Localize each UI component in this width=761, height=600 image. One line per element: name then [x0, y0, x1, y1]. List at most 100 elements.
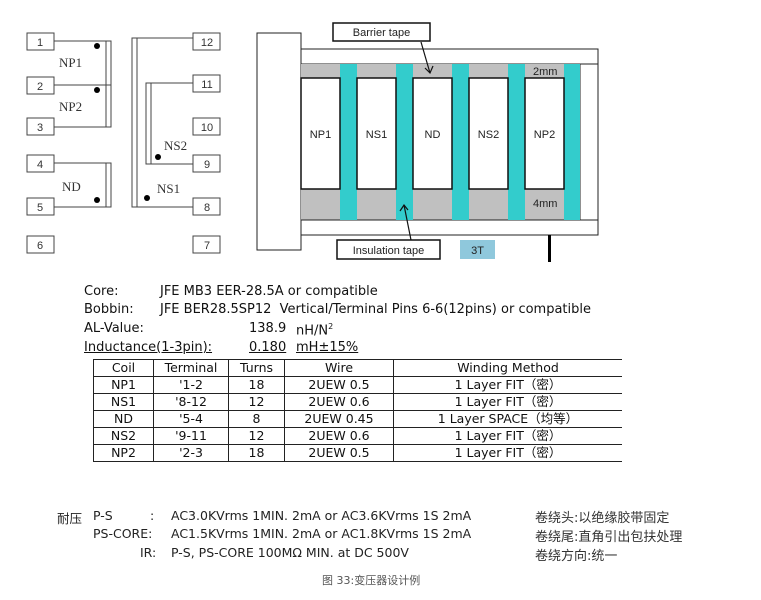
coil-ns1-label: NS1 [366, 129, 387, 141]
al-unit-sup: 2 [328, 322, 334, 331]
ns2-winding-bar [145, 82, 152, 165]
header-terminal: Terminal [153, 359, 229, 377]
cell-coil: NS2 [93, 427, 154, 445]
cell-coil: NP1 [93, 376, 154, 394]
coil-np2-label: NP2 [534, 129, 555, 141]
np1-polarity-dot [94, 43, 100, 49]
al-unit-text: nH/N [296, 323, 329, 339]
legend-3t-label: 3T [471, 245, 484, 257]
cell-wire: 2UEW 0.5 [284, 376, 394, 394]
header-wire: Wire [284, 359, 394, 377]
cell-wire: 2UEW 0.6 [284, 427, 394, 445]
ns2-label: NS2 [164, 138, 187, 153]
cell-terminal: '8-12 [153, 393, 229, 411]
cell-terminal: '9-11 [153, 427, 229, 445]
table-row: NS2 '9-11 12 2UEW 0.6 1 Layer FIT（密） [93, 427, 622, 445]
table-row: ND '5-4 8 2UEW 0.45 1 Layer SPACE（均等） [93, 410, 622, 428]
cell-method: 1 Layer SPACE（均等） [393, 410, 622, 428]
cell-terminal: '1-2 [153, 376, 229, 394]
ir-value: P-S, PS-CORE 100MΩ MIN. at DC 500V [171, 545, 409, 560]
figure-caption: 图 33:变压器设计例 [322, 574, 421, 587]
pin-7-label: 7 [204, 240, 210, 252]
cell-turns: 8 [228, 410, 285, 428]
np2-polarity-dot [94, 87, 100, 93]
ns1-winding-bar [131, 37, 138, 208]
insulation-tape-bar [564, 64, 580, 220]
hipot-ps-value: AC3.0KVrms 1MIN. 2mA or AC3.6KVrms 1S 2m… [171, 508, 472, 523]
table-row: NS1 '8-12 12 2UEW 0.6 1 Layer FIT（密） [93, 393, 622, 411]
note-winding-direction: 卷绕方向:统一 [535, 549, 618, 564]
cell-wire: 2UEW 0.5 [284, 444, 394, 462]
schematic [26, 32, 221, 254]
cell-terminal: '5-4 [153, 410, 229, 428]
pin-5-label: 5 [37, 202, 43, 214]
inductance-value: 0.180 [249, 340, 287, 355]
cell-turns: 12 [228, 393, 285, 411]
bobbin-flange [256, 32, 302, 251]
core-label: Core: [84, 284, 119, 299]
core-value: JFE MB3 EER-28.5A or compatible [160, 284, 378, 299]
pin-8-label: 8 [204, 202, 210, 214]
al-value: 138.9 [249, 321, 287, 336]
pin-9-label: 9 [204, 159, 210, 171]
note-winding-end: 卷绕尾:直角引出包扶处理 [535, 530, 683, 545]
pin-12-label: 12 [201, 37, 213, 49]
np2-label: NP2 [59, 99, 82, 114]
bobbin-value: JFE BER28.5SP12 Vertical/Terminal Pins 6… [160, 302, 591, 317]
inductance-unit: mH±15% [296, 340, 359, 355]
cell-method: 1 Layer FIT（密） [393, 427, 622, 445]
cell-terminal: '2-3 [153, 444, 229, 462]
pin-4-label: 4 [37, 159, 43, 171]
cell-turns: 12 [228, 427, 285, 445]
cell-coil: NP2 [93, 444, 154, 462]
insulation-tape-bar [340, 64, 357, 220]
insulation-tape-bar [452, 64, 469, 220]
pin-3-label: 3 [37, 122, 43, 134]
table-row: NP2 '2-3 18 2UEW 0.5 1 Layer FIT（密） [93, 444, 622, 462]
barrier-tape-label: Barrier tape [353, 27, 410, 39]
header-turns: Turns [228, 359, 285, 377]
cell-coil: ND [93, 410, 154, 428]
inductance-label: Inductance(1-3pin): [84, 340, 213, 355]
cell-wire: 2UEW 0.6 [284, 393, 394, 411]
ir-label: IR: [140, 545, 157, 560]
table-row: NP1 '1-2 18 2UEW 0.5 1 Layer FIT（密） [93, 376, 622, 394]
pin-11-label: 11 [201, 79, 212, 91]
hipot-title: 耐压 [57, 511, 83, 526]
header-winding-method: Winding Method [393, 359, 622, 377]
winding-labels: NP1 NP2 ND NS2 NS1 [59, 55, 187, 196]
hipot-pscore-label: PS-CORE: [93, 526, 153, 541]
hipot-pscore-value: AC1.5KVrms 1MIN. 2mA or AC1.8KVrms 1S 2m… [171, 526, 472, 541]
hipot-ps-colon: : [150, 508, 155, 523]
nd-polarity-dot [94, 197, 100, 203]
cell-coil: NS1 [93, 393, 154, 411]
pin-6-label: 6 [37, 240, 43, 252]
insulation-tape-label: Insulation tape [353, 245, 425, 257]
ns1-label: NS1 [157, 181, 180, 196]
insulation-tape-bar [508, 64, 525, 220]
cell-method: 1 Layer FIT（密） [393, 393, 622, 411]
pin-2-label: 2 [37, 81, 43, 93]
hipot-ps-label: P-S [93, 508, 113, 523]
coil-np1-label: NP1 [310, 129, 331, 141]
table-header-row: Coil Terminal Turns Wire Winding Method [93, 359, 622, 377]
cell-turns: 18 [228, 376, 285, 394]
header-coil: Coil [93, 359, 154, 377]
cell-wire: 2UEW 0.45 [284, 410, 394, 428]
np1-label: NP1 [59, 55, 82, 70]
winding-table: Coil Terminal Turns Wire Winding Method … [93, 359, 622, 462]
nd-winding-bar [105, 162, 112, 208]
top-margin-label: 2mm [533, 66, 557, 78]
np-winding-bar [105, 40, 112, 128]
note-winding-start: 卷绕头:以绝缘胶带固定 [535, 511, 670, 526]
ns1-polarity-dot [144, 195, 150, 201]
ns2-polarity-dot [155, 154, 161, 160]
pin-1-label: 1 [37, 37, 43, 49]
winding-structure: NP1 NS1 ND NS2 NP2 2mm 4mm Barrier tape … [256, 22, 599, 262]
lead-out-marker [548, 235, 551, 262]
nd-label: ND [62, 179, 81, 194]
coil-nd-label: ND [425, 129, 441, 141]
insulation-tape-bar [396, 64, 413, 220]
pin-10-label: 10 [201, 122, 213, 134]
cell-turns: 18 [228, 444, 285, 462]
